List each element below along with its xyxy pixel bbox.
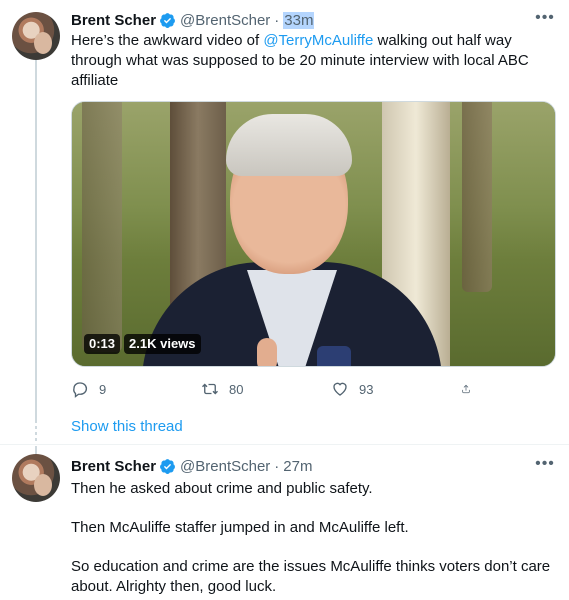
avatar[interactable] <box>12 454 60 502</box>
like-count: 93 <box>359 381 374 397</box>
person-hair <box>226 114 352 176</box>
tree-trunk <box>82 102 122 352</box>
heart-icon <box>333 382 347 396</box>
microphone <box>317 346 351 366</box>
show-thread-link[interactable]: Show this thread <box>71 418 183 435</box>
author-name[interactable]: Brent Scher <box>71 12 156 29</box>
video-duration: 0:13 <box>84 334 121 354</box>
timestamp[interactable]: 33m <box>283 11 315 29</box>
verified-badge-icon <box>160 458 175 474</box>
video-player[interactable]: 0:13 2.1K views <box>71 101 556 367</box>
thread-line <box>35 446 37 454</box>
tweet-paragraph: So education and crime are the issues Mc… <box>71 558 551 595</box>
tree-trunk <box>462 102 492 292</box>
tweet-paragraph: Then McAuliffe staffer jumped in and McA… <box>71 519 409 536</box>
tweet-paragraph: Then he asked about crime and public saf… <box>71 480 373 497</box>
thread-line-dotted <box>35 420 37 444</box>
tweet-1[interactable]: Brent Scher @BrentScher · 33m ••• Here’s… <box>0 0 569 446</box>
reply-button[interactable]: 9 <box>71 378 201 400</box>
separator: · <box>274 457 280 475</box>
reply-count: 9 <box>99 381 107 397</box>
retweet-button[interactable]: 80 <box>201 378 331 400</box>
share-button[interactable] <box>461 378 481 400</box>
tweet-text-part: Here’s the awkward video of <box>71 32 264 49</box>
avatar[interactable] <box>12 12 60 60</box>
author-handle[interactable]: @BrentScher <box>180 458 270 475</box>
more-options-icon[interactable]: ••• <box>535 8 555 28</box>
video-badges: 0:13 2.1K views <box>84 334 201 354</box>
mention-link[interactable]: @TerryMcAuliffe <box>263 32 373 49</box>
retweet-count: 80 <box>229 381 244 397</box>
tweet-text: Then he asked about crime and public saf… <box>71 479 555 600</box>
person-hand <box>257 338 277 366</box>
thread-line <box>35 58 37 420</box>
separator: · <box>274 11 280 29</box>
video-views: 2.1K views <box>124 334 201 354</box>
retweet-icon <box>202 383 218 395</box>
like-button[interactable]: 93 <box>331 378 461 400</box>
verified-badge-icon <box>160 12 175 28</box>
divider <box>0 444 569 445</box>
tweet-text: Here’s the awkward video of @TerryMcAuli… <box>71 31 555 91</box>
share-icon <box>462 384 470 394</box>
tweet-2[interactable]: Brent Scher @BrentScher · 27m ••• Then h… <box>0 446 569 600</box>
tweet-header: Brent Scher @BrentScher · 27m <box>71 456 312 476</box>
tweet-actions: 9 80 93 <box>71 378 501 400</box>
author-name[interactable]: Brent Scher <box>71 458 156 475</box>
timestamp[interactable]: 27m <box>283 458 312 475</box>
author-handle[interactable]: @BrentScher <box>180 12 270 29</box>
tweet-header: Brent Scher @BrentScher · 33m <box>71 10 315 30</box>
more-options-icon[interactable]: ••• <box>535 454 555 474</box>
reply-icon <box>73 382 88 398</box>
